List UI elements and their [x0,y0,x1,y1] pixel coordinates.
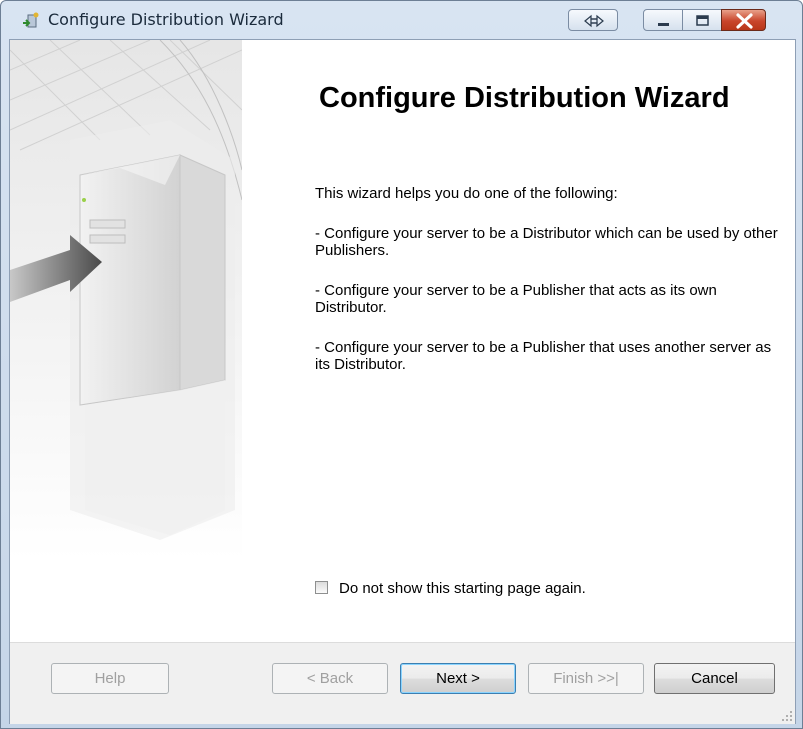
wizard-content: Configure Distribution Wizard This wizar… [9,39,796,724]
minimize-icon [658,23,669,26]
close-icon [736,13,753,29]
wizard-app-icon [23,12,39,28]
minimize-button[interactable] [643,9,683,31]
maximize-button[interactable] [682,9,722,31]
skip-start-page-checkbox[interactable] [315,581,328,594]
maximize-icon [696,15,709,26]
window-title: Configure Distribution Wizard [48,10,284,29]
title-bar[interactable]: Configure Distribution Wizard [1,1,802,39]
swap-layout-button[interactable] [568,9,618,31]
cancel-button[interactable]: Cancel [654,663,775,694]
swap-arrows-icon [584,14,604,28]
intro-text: This wizard helps you do one of the foll… [315,185,618,202]
page-heading: Configure Distribution Wizard [319,82,730,114]
option-remote-distributor: - Configure your server to be a Publishe… [315,339,772,373]
option-distributor: - Configure your server to be a Distribu… [315,225,778,259]
next-button[interactable]: Next > [400,663,516,694]
server-illustration [10,40,242,560]
resize-grip-icon[interactable] [781,710,793,722]
skip-start-page-label[interactable]: Do not show this starting page again. [339,580,586,597]
back-button[interactable]: < Back [272,663,388,694]
finish-button[interactable]: Finish >>| [528,663,644,694]
option-own-distributor: - Configure your server to be a Publishe… [315,282,717,316]
wizard-window: Configure Distribution Wizard Configure … [0,0,803,729]
button-bar: Help < Back Next > Finish >>| Cancel [10,642,795,724]
close-button[interactable] [721,9,766,31]
help-button[interactable]: Help [51,663,169,694]
